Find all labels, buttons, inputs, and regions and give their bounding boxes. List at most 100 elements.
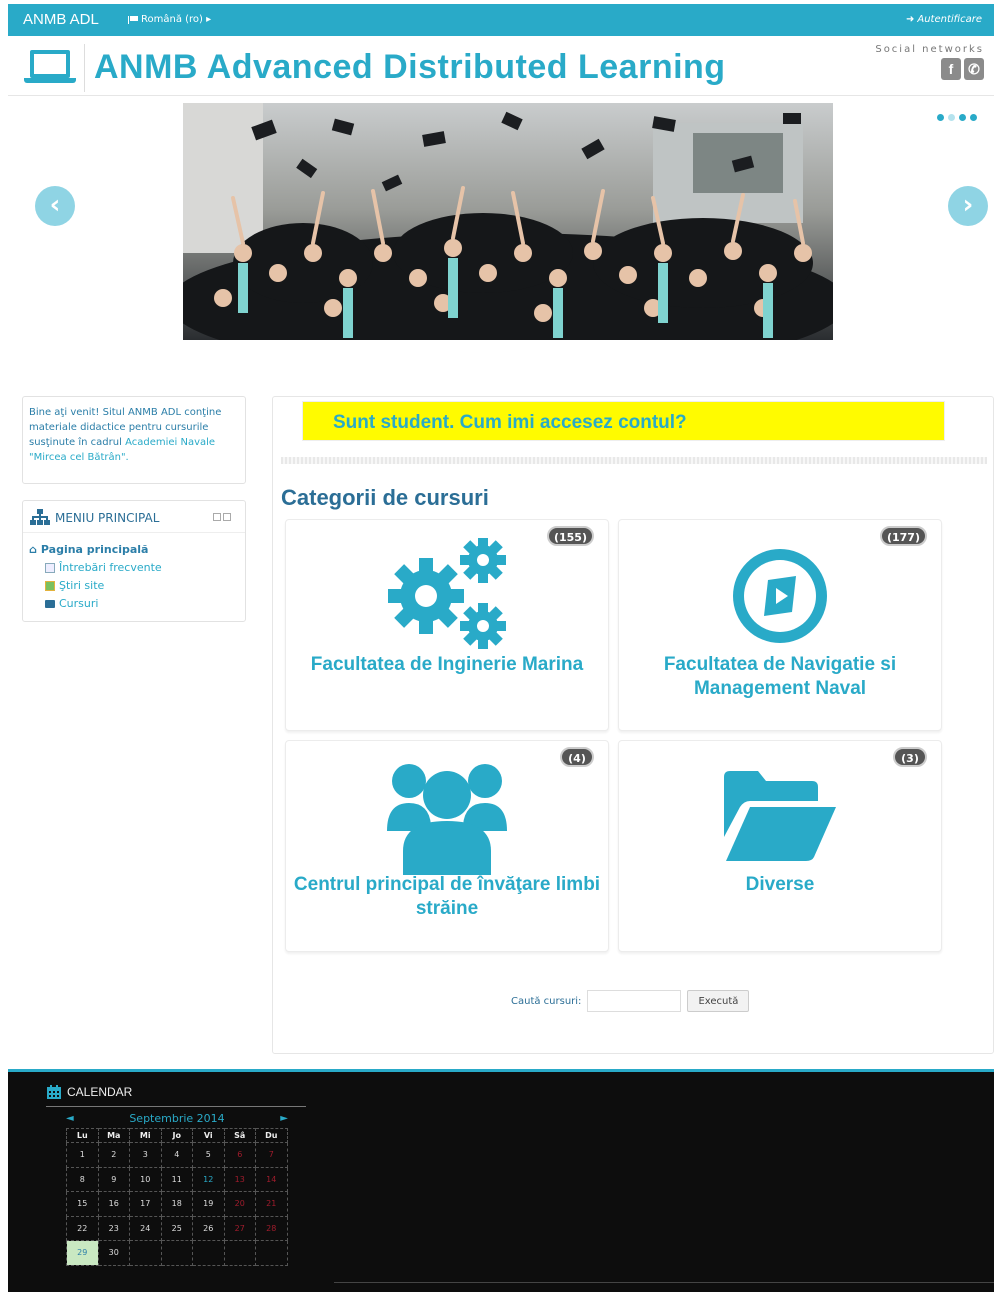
menu-item-faq[interactable]: Întrebări frecvente bbox=[45, 561, 162, 574]
category-name[interactable]: Facultatea de Navigatie si Management Na… bbox=[625, 653, 935, 701]
calendar-day[interactable]: 27 bbox=[223, 1215, 256, 1241]
course-count-badge: (3) bbox=[893, 747, 927, 767]
slider-image-graduation bbox=[183, 103, 833, 340]
weekday-tue: Ma bbox=[97, 1128, 130, 1143]
calendar-day[interactable]: 6 bbox=[223, 1142, 256, 1168]
slider-dot-2[interactable] bbox=[948, 114, 955, 121]
login-link[interactable]: ➜ Autentificare bbox=[906, 14, 982, 25]
calendar-day[interactable]: 24 bbox=[129, 1215, 162, 1241]
calendar-day[interactable]: 17 bbox=[129, 1191, 162, 1217]
folder-open-icon bbox=[724, 771, 836, 861]
slider-dot-3[interactable] bbox=[959, 114, 966, 121]
calendar-day[interactable]: 1 bbox=[66, 1142, 99, 1168]
site-header: ANMB Advanced Distributed Learning Socia… bbox=[8, 36, 994, 96]
welcome-block: Bine aţi venit! Situl ANMB ADL conţine m… bbox=[22, 396, 246, 484]
calendar-rule bbox=[46, 1106, 306, 1107]
calendar-day[interactable]: 11 bbox=[160, 1166, 193, 1192]
slider-dots bbox=[937, 114, 977, 121]
block-controls[interactable] bbox=[213, 513, 231, 521]
course-count-badge: (155) bbox=[546, 526, 594, 546]
calendar-day[interactable]: 18 bbox=[160, 1191, 193, 1217]
course-count-badge: (4) bbox=[560, 747, 594, 767]
weekday-mon: Lu bbox=[66, 1128, 99, 1143]
menu-item-home[interactable]: ⌂ Pagina principală bbox=[29, 543, 148, 556]
calendar-weekdays: Lu Ma Mi Jo Vi Sâ Du bbox=[66, 1128, 288, 1143]
student-access-link[interactable]: Sunt student. Cum imi accesez contul? bbox=[333, 412, 687, 434]
compass-icon bbox=[733, 549, 827, 643]
calendar-next-button[interactable]: ► bbox=[280, 1113, 288, 1124]
slider-dot-1[interactable] bbox=[937, 114, 944, 121]
calendar-day[interactable]: 5 bbox=[192, 1142, 225, 1168]
main-content: Sunt student. Cum imi accesez contul? Ca… bbox=[272, 396, 994, 1054]
calendar-day[interactable]: 2 bbox=[97, 1142, 130, 1168]
calendar-day[interactable]: 12 bbox=[192, 1166, 225, 1192]
footer: CALENDAR ◄ Septembrie 2014 ► Lu Ma Mi Jo… bbox=[8, 1069, 994, 1292]
category-card-languages[interactable]: (4) Centrul principal de învăţare limbi … bbox=[285, 740, 609, 952]
header-divider bbox=[84, 44, 85, 92]
calendar-day bbox=[223, 1240, 256, 1266]
page-icon bbox=[45, 562, 55, 573]
calendar-week: 22 23 24 25 26 27 28 bbox=[66, 1215, 288, 1241]
calendar-nav: ◄ Septembrie 2014 ► bbox=[66, 1112, 288, 1125]
menu-item-courses[interactable]: Cursuri bbox=[45, 597, 98, 610]
slider-prev-button[interactable]: ‹ bbox=[35, 186, 75, 226]
calendar-day[interactable]: 20 bbox=[223, 1191, 256, 1217]
menu-item-home-label: Pagina principală bbox=[40, 543, 149, 556]
slider-next-button[interactable]: › bbox=[948, 186, 988, 226]
calendar-day[interactable]: 19 bbox=[192, 1191, 225, 1217]
skype-icon[interactable]: ✆ bbox=[964, 58, 984, 80]
calendar-month[interactable]: Septembrie 2014 bbox=[129, 1112, 224, 1125]
category-card-engineering[interactable]: (155) Facultatea de Inginerie Marina bbox=[285, 519, 609, 731]
course-count-badge: (177) bbox=[879, 526, 927, 546]
weekday-sat: Sâ bbox=[223, 1128, 256, 1143]
calendar-day[interactable]: 16 bbox=[97, 1191, 130, 1217]
calendar-day[interactable]: 21 bbox=[255, 1191, 288, 1217]
site-title[interactable]: ANMB Advanced Distributed Learning bbox=[94, 48, 726, 87]
calendar-table: Lu Ma Mi Jo Vi Sâ Du 1 2 3 4 5 6 7 8 9 10 11 12 13 14… bbox=[66, 1128, 288, 1266]
group-icon bbox=[387, 764, 507, 875]
student-access-banner[interactable]: Sunt student. Cum imi accesez contul? bbox=[302, 401, 945, 441]
menu-item-news[interactable]: Ştiri site bbox=[45, 579, 104, 592]
calendar-prev-button[interactable]: ◄ bbox=[66, 1113, 74, 1124]
category-name[interactable]: Centrul principal de învăţare limbi stră… bbox=[292, 873, 602, 921]
category-name[interactable]: Facultatea de Inginerie Marina bbox=[292, 653, 602, 677]
calendar-day[interactable]: 15 bbox=[66, 1191, 99, 1217]
calendar-day[interactable]: 28 bbox=[255, 1215, 288, 1241]
category-name[interactable]: Diverse bbox=[625, 873, 935, 897]
calendar-day[interactable]: 7 bbox=[255, 1142, 288, 1168]
main-menu-title: MENIU PRINCIPAL bbox=[55, 511, 160, 525]
calendar-day[interactable]: 14 bbox=[255, 1166, 288, 1192]
hide-icon[interactable] bbox=[223, 513, 231, 521]
facebook-icon[interactable]: f bbox=[941, 58, 961, 80]
search-input[interactable] bbox=[587, 990, 682, 1012]
laptop-icon bbox=[24, 50, 76, 84]
calendar-week: 8 9 10 11 12 13 14 bbox=[66, 1166, 288, 1192]
calendar-day[interactable]: 22 bbox=[66, 1215, 99, 1241]
category-card-navigation[interactable]: (177) Facultatea de Navigatie si Managem… bbox=[618, 519, 942, 731]
calendar-day bbox=[160, 1240, 193, 1266]
slider-dot-4[interactable] bbox=[970, 114, 977, 121]
calendar-day[interactable]: 30 bbox=[97, 1240, 130, 1266]
menu-item-news-label: Ştiri site bbox=[59, 579, 105, 592]
calendar-day[interactable]: 3 bbox=[129, 1142, 162, 1168]
calendar-day[interactable]: 4 bbox=[160, 1142, 193, 1168]
brand-link[interactable]: ANMB ADL bbox=[23, 11, 99, 28]
calendar-day[interactable]: 13 bbox=[223, 1166, 256, 1192]
calendar-day bbox=[129, 1240, 162, 1266]
language-label: Română (ro) ▸ bbox=[141, 14, 212, 25]
calendar-day[interactable]: 25 bbox=[160, 1215, 193, 1241]
calendar-day[interactable]: 10 bbox=[129, 1166, 162, 1192]
language-menu[interactable]: Română (ro) ▸ bbox=[128, 14, 211, 25]
calendar-day[interactable]: 23 bbox=[97, 1215, 130, 1241]
search-button[interactable]: Execută bbox=[687, 990, 750, 1012]
calendar-days: 1 2 3 4 5 6 7 8 9 10 11 12 13 14 15 16 17 18 19 20 21 22 23 24 2… bbox=[66, 1142, 288, 1266]
search-label: Caută cursuri: bbox=[511, 995, 582, 1007]
flag-icon bbox=[128, 15, 138, 24]
dock-icon[interactable] bbox=[213, 513, 221, 521]
calendar-day[interactable]: 8 bbox=[66, 1166, 99, 1192]
forum-icon bbox=[45, 580, 55, 591]
calendar-day[interactable]: 9 bbox=[97, 1166, 130, 1192]
category-card-misc[interactable]: (3) Diverse bbox=[618, 740, 942, 952]
calendar-day[interactable]: 29 bbox=[66, 1240, 99, 1266]
calendar-day[interactable]: 26 bbox=[192, 1215, 225, 1241]
